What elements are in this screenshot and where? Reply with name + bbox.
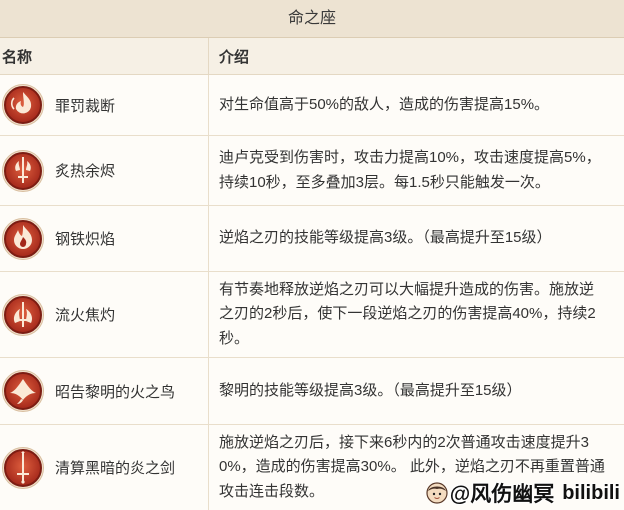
constellation-row: 流火焦灼 有节奏地释放逆焰之刃可以大幅提升造成的伤害。施放逆 之刃的2秒后，使下一段… [0, 272, 624, 358]
constellation-table-page: 命之座 名称 介绍 罪罚裁断 对生命值高于50%的敌人，造成的伤害提高15%。炙热… [0, 0, 624, 510]
table-header-row: 名称 介绍 [0, 38, 624, 75]
description-line: 有节奏地释放逆焰之刃可以大幅提升造成的伤害。施放逆 [219, 280, 595, 298]
watermark-brand: bilibili [562, 481, 620, 504]
description-line: 迪卢克受到伤害时，攻击力提高10%，攻击速度提高5%， [219, 149, 601, 166]
sword-flame-icon [2, 293, 44, 336]
constellation-name: 流火焦灼 [55, 307, 116, 324]
watermark-handle: @风伤幽冥 [449, 483, 555, 506]
flaming-sword-icon [2, 149, 44, 192]
constellation-description: 对生命值高于50%的敌人，造成的伤害提高15%。 [209, 75, 624, 135]
description-line: 黎明的技能等级提高3级。（最高提升至15级） [219, 381, 522, 399]
flame-icon [2, 217, 44, 260]
name-cell: 昭告黎明的火之鸟 [0, 358, 209, 424]
description-line: 对生命值高于50%的敌人，造成的伤害提高15%。 [219, 95, 550, 113]
watermark: @风伤幽冥 bilibili [426, 478, 620, 508]
constellation-name: 炙热余烬 [55, 163, 116, 180]
column-header-description: 介绍 [219, 48, 250, 66]
constellation-description: 逆焰之刃的技能等级提高3级。（最高提升至15级） [209, 206, 624, 271]
column-header-name: 名称 [0, 38, 209, 74]
description-line: 之刃的2秒后，使下一段逆焰之刃的伤害提高40%，持续2 [219, 305, 596, 323]
description-line: 0%，造成的伤害提高30%。 此外，逆焰之刃不再重置普通 [219, 458, 605, 476]
description-line: 逆焰之刃的技能等级提高3级。（最高提升至15级） [219, 229, 552, 247]
name-cell: 流火焦灼 [0, 272, 209, 357]
avatar [426, 482, 448, 504]
name-cell: 钢铁炽焰 [0, 206, 209, 271]
constellation-description: 迪卢克受到伤害时，攻击力提高10%，攻击速度提高5%， 持续10秒，至多叠加3层。… [209, 136, 624, 205]
constellation-row: 昭告黎明的火之鸟 黎明的技能等级提高3级。（最高提升至15级） [0, 358, 624, 425]
constellation-name: 钢铁炽焰 [55, 231, 116, 248]
name-cell: 罪罚裁断 [0, 75, 209, 135]
constellation-name: 清算黑暗的炎之剑 [55, 460, 176, 477]
constellation-row: 罪罚裁断 对生命值高于50%的敌人，造成的伤害提高15%。 [0, 75, 624, 136]
flame-swirl-icon [2, 84, 44, 126]
description-line: 秒。 [219, 329, 250, 347]
name-cell: 清算黑暗的炎之剑 [0, 425, 209, 510]
constellation-row: 钢铁炽焰 逆焰之刃的技能等级提高3级。（最高提升至15级） [0, 206, 624, 272]
constellation-name: 昭告黎明的火之鸟 [55, 383, 176, 401]
constellation-description: 黎明的技能等级提高3级。（最高提升至15级） [209, 358, 624, 424]
constellation-description: 有节奏地释放逆焰之刃可以大幅提升造成的伤害。施放逆 之刃的2秒后，使下一段逆焰之刃… [209, 272, 624, 357]
phoenix-icon [2, 370, 44, 412]
table-title: 命之座 [0, 0, 624, 38]
constellation-name: 罪罚裁断 [55, 97, 116, 115]
constellation-row: 炙热余烬 迪卢克受到伤害时，攻击力提高10%，攻击速度提高5%， 持续10秒，至多叠… [0, 136, 624, 206]
description-line: 持续10秒，至多叠加3层。每1.5秒只能触发一次。 [219, 173, 550, 191]
name-cell: 炙热余烬 [0, 136, 209, 205]
sword-icon [2, 446, 44, 489]
table-body: 罪罚裁断 对生命值高于50%的敌人，造成的伤害提高15%。炙热余烬 迪卢克受到伤害时… [0, 75, 624, 510]
description-line: 施放逆焰之刃后，接下来6秒内的2次普通攻击速度提升3 [219, 433, 590, 451]
